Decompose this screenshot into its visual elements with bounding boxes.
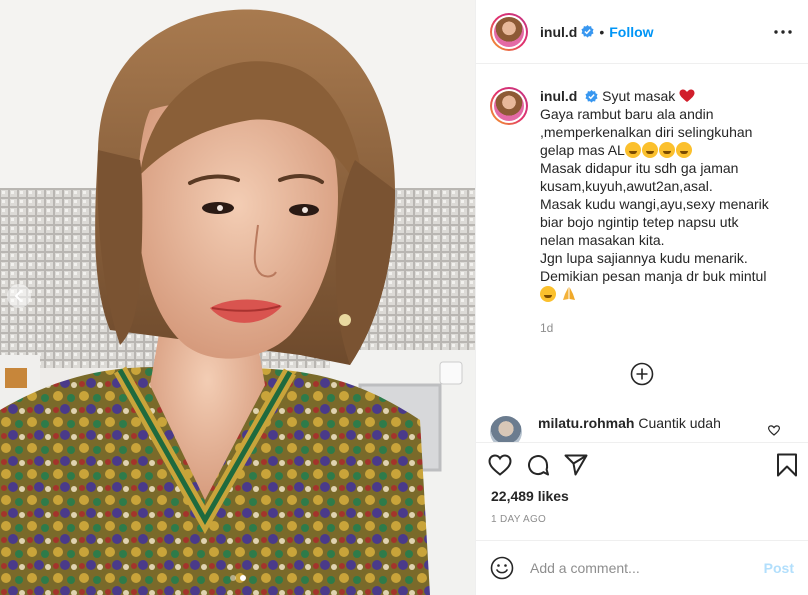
like-button[interactable] bbox=[488, 453, 512, 476]
carousel-dot-active bbox=[239, 575, 246, 581]
caption-text-line: Demikian pesan manja dr buk mintul bbox=[540, 268, 767, 284]
post-header: inul.d • Follow bbox=[476, 0, 808, 64]
caption-line: inul.d Syut masak bbox=[540, 87, 780, 105]
caption-text-line: Masak didapur itu sdh ga jaman bbox=[540, 160, 739, 176]
verified-badge-icon bbox=[581, 25, 594, 38]
comment-icon bbox=[528, 454, 549, 475]
verified-badge-icon bbox=[585, 90, 598, 103]
save-button[interactable] bbox=[776, 453, 798, 477]
follow-button[interactable]: Follow bbox=[609, 24, 653, 40]
share-icon bbox=[564, 454, 588, 475]
laughing-emoji-icon bbox=[624, 142, 641, 158]
avatar-image bbox=[494, 16, 524, 47]
post-actions bbox=[476, 442, 808, 486]
red-heart-icon bbox=[679, 89, 695, 102]
plus-circle-icon[interactable] bbox=[630, 362, 654, 386]
caption-text-line: kusam,kuyuh,awut2an,asal. bbox=[540, 178, 713, 194]
caption-line: gelap mas AL bbox=[540, 141, 780, 159]
header-separator: • bbox=[599, 23, 605, 40]
carousel-prev-button[interactable] bbox=[7, 284, 31, 308]
post-photo[interactable] bbox=[0, 0, 475, 595]
comment-avatar[interactable] bbox=[490, 416, 522, 442]
caption-timestamp[interactable]: 1d bbox=[540, 319, 780, 337]
caption-username[interactable]: inul.d bbox=[540, 88, 577, 104]
comment-button[interactable] bbox=[526, 453, 550, 477]
praying-hands-icon bbox=[562, 287, 575, 300]
chevron-left-icon bbox=[15, 290, 22, 302]
carousel-indicator bbox=[0, 575, 475, 581]
likes-count[interactable]: 22,489 likes bbox=[476, 486, 808, 508]
caption-text-line: gelap mas AL bbox=[540, 142, 625, 158]
caption-text: inul.d Syut masak Gaya rambut baru ala a… bbox=[540, 87, 780, 337]
heart-icon bbox=[488, 453, 512, 476]
comment-username[interactable]: milatu.rohmah bbox=[538, 415, 634, 431]
caption-text-line: nelan masakan kita. bbox=[540, 232, 665, 248]
add-comment-input[interactable] bbox=[530, 560, 764, 576]
carousel-dot bbox=[229, 575, 236, 581]
comment-like-icon[interactable] bbox=[768, 425, 780, 436]
caption-text-line: Syut masak bbox=[602, 88, 676, 104]
laughing-emoji-icon bbox=[540, 286, 556, 302]
comment-text: milatu.rohmah Cuantik udah bbox=[538, 414, 768, 442]
emoji-icon[interactable] bbox=[490, 556, 514, 580]
add-comment-bar: Post bbox=[476, 540, 808, 595]
caption: inul.d Syut masak Gaya rambut baru ala a… bbox=[476, 64, 808, 337]
laughing-emoji-icon bbox=[641, 142, 658, 158]
more-options-icon[interactable] bbox=[774, 29, 792, 34]
comment-body: Cuantik udah bbox=[638, 415, 721, 431]
caption-text-line: Jgn lupa sajiannya kudu menarik. bbox=[540, 250, 748, 266]
caption-line bbox=[540, 285, 780, 303]
avatar-ring bbox=[492, 89, 526, 123]
laughing-emoji-icon bbox=[658, 142, 675, 158]
laughing-emoji-icon bbox=[675, 142, 692, 158]
header-username[interactable]: inul.d bbox=[540, 24, 577, 40]
post-date: 1 DAY AGO bbox=[491, 514, 547, 525]
post-side-panel: inul.d • Follow inul.d Syut masak Gaya r… bbox=[475, 0, 808, 595]
caption-avatar[interactable] bbox=[490, 87, 528, 125]
bookmark-icon bbox=[777, 453, 797, 476]
caption-text-line: biar bojo ngintip tetep napsu utk bbox=[540, 214, 739, 230]
post-comment-button[interactable]: Post bbox=[764, 560, 794, 576]
caption-text-line: Masak kudu wangi,ayu,sexy menarik bbox=[540, 196, 769, 212]
avatar-image bbox=[494, 91, 524, 121]
share-button[interactable] bbox=[564, 454, 588, 476]
comments-section[interactable]: inul.d Syut masak Gaya rambut baru ala a… bbox=[476, 64, 808, 442]
avatar[interactable] bbox=[490, 12, 528, 51]
caption-text-line: Gaya rambut baru ala andin bbox=[540, 106, 714, 122]
avatar-ring bbox=[492, 14, 526, 49]
instagram-post-modal: inul.d • Follow inul.d Syut masak Gaya r… bbox=[0, 0, 808, 595]
comment-item: milatu.rohmah Cuantik udah bbox=[476, 414, 808, 442]
selfie-image bbox=[0, 0, 475, 595]
caption-text-line: ,memperkenalkan diri selingkuhan bbox=[540, 124, 753, 140]
